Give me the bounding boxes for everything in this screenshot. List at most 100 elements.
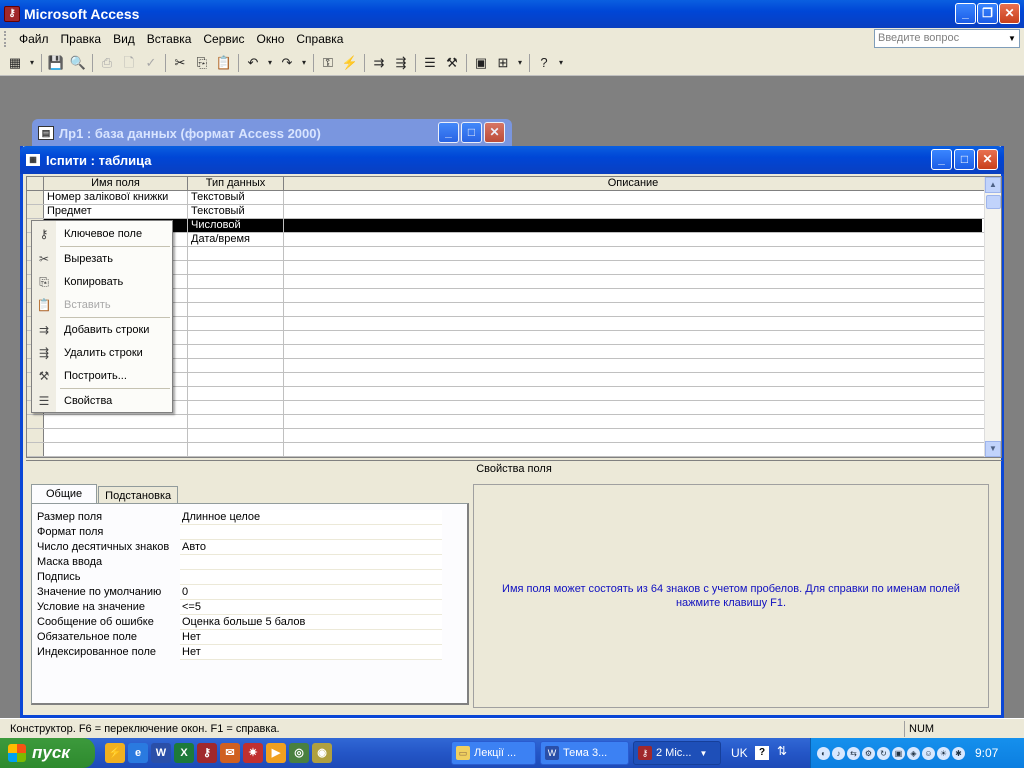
menu-file[interactable]: Файл: [13, 32, 55, 46]
search-icon[interactable]: 🔍: [68, 53, 88, 73]
close-button[interactable]: ✕: [999, 3, 1020, 24]
row-selector[interactable]: [27, 205, 44, 218]
indexes-icon[interactable]: ⚡: [340, 53, 360, 73]
property-value[interactable]: Нет: [180, 645, 442, 660]
empty-cell[interactable]: [188, 401, 284, 414]
description-cell[interactable]: [284, 191, 982, 204]
empty-cell[interactable]: [44, 443, 188, 456]
table-row[interactable]: Дата/время: [27, 233, 1001, 247]
menu-help[interactable]: Справка: [290, 32, 349, 46]
empty-cell[interactable]: [188, 373, 284, 386]
table-row-empty[interactable]: [27, 429, 1001, 443]
table-row-empty[interactable]: [27, 415, 1001, 429]
print-preview-icon[interactable]: 🗋: [119, 53, 139, 73]
help-icon[interactable]: ?: [534, 53, 554, 73]
language-indicator[interactable]: UK: [731, 746, 748, 760]
ctx-item-paste[interactable]: 📋 Вставить: [32, 294, 172, 316]
redo-icon[interactable]: ↷: [277, 53, 297, 73]
property-value[interactable]: <=5: [180, 600, 442, 615]
empty-cell[interactable]: [284, 289, 982, 302]
property-value[interactable]: Авто: [180, 540, 442, 555]
property-value[interactable]: 0: [180, 585, 442, 600]
help-icon[interactable]: ?: [755, 746, 769, 760]
column-header-field-name[interactable]: Имя поля: [44, 177, 188, 190]
property-row[interactable]: Значение по умолчанию 0: [37, 585, 467, 600]
table-maximize-button[interactable]: □: [954, 149, 975, 170]
ctx-item-properties[interactable]: ☰ Свойства: [32, 390, 172, 412]
property-value[interactable]: [180, 525, 442, 540]
table-row-empty[interactable]: [27, 289, 1001, 303]
taskbar-button-folder[interactable]: ▭ Лекції ...: [451, 741, 536, 765]
quick-launch-ie-icon[interactable]: e: [128, 743, 148, 763]
quick-launch-player-icon[interactable]: ▶: [266, 743, 286, 763]
taskbar-arrows-icon[interactable]: ⇅: [777, 744, 787, 758]
taskbar-button-word[interactable]: W Тема 3...: [540, 741, 629, 765]
tray-settings-icon[interactable]: ⚙: [862, 746, 875, 760]
property-row[interactable]: Подпись: [37, 570, 467, 585]
menu-grip[interactable]: [4, 31, 7, 47]
table-row[interactable]: Предмет Текстовый: [27, 205, 1001, 219]
property-row[interactable]: Обязательное поле Нет: [37, 630, 467, 645]
row-selector[interactable]: [27, 415, 44, 428]
table-row-selected[interactable]: Числовой: [27, 219, 1001, 233]
menu-insert[interactable]: Вставка: [141, 32, 198, 46]
select-all-corner[interactable]: [27, 177, 44, 190]
empty-cell[interactable]: [284, 303, 982, 316]
description-cell[interactable]: [284, 233, 982, 246]
quick-launch-excel-icon[interactable]: X: [174, 743, 194, 763]
new-object-dropdown-icon[interactable]: ▾: [515, 53, 525, 73]
empty-cell[interactable]: [188, 317, 284, 330]
table-row-empty[interactable]: [27, 359, 1001, 373]
empty-cell[interactable]: [284, 247, 982, 260]
table-row-empty[interactable]: [27, 317, 1001, 331]
properties-icon[interactable]: ☰: [420, 53, 440, 73]
minimize-button[interactable]: _: [955, 3, 976, 24]
save-icon[interactable]: 💾: [46, 53, 66, 73]
toolbar-options-icon[interactable]: ▾: [556, 53, 566, 73]
tray-update-icon[interactable]: ↻: [877, 746, 890, 760]
empty-cell[interactable]: [284, 275, 982, 288]
row-selector[interactable]: [27, 191, 44, 204]
table-row-empty[interactable]: [27, 443, 1001, 457]
empty-cell[interactable]: [44, 415, 188, 428]
empty-cell[interactable]: [284, 401, 982, 414]
quick-launch-access-icon[interactable]: ⚷: [197, 743, 217, 763]
new-object-icon[interactable]: ⊞: [493, 53, 513, 73]
empty-cell[interactable]: [284, 359, 982, 372]
data-type-cell[interactable]: Числовой: [188, 219, 284, 232]
insert-rows-icon[interactable]: ⇉: [369, 53, 389, 73]
empty-cell[interactable]: [188, 289, 284, 302]
row-selector[interactable]: [27, 429, 44, 442]
property-value[interactable]: [180, 555, 442, 570]
scroll-thumb[interactable]: [986, 195, 1001, 209]
property-value[interactable]: Длинное целое: [180, 510, 442, 525]
table-row-empty[interactable]: [27, 373, 1001, 387]
field-name-cell[interactable]: Номер залікової книжки: [44, 191, 188, 204]
property-value[interactable]: Оценка больше 5 балов: [180, 615, 442, 630]
start-button[interactable]: пуск: [0, 738, 95, 768]
tray-volume-icon[interactable]: ♪: [832, 746, 845, 760]
property-row[interactable]: Маска ввода: [37, 555, 467, 570]
delete-rows-icon[interactable]: ⇶: [391, 53, 411, 73]
db-maximize-button[interactable]: □: [461, 122, 482, 143]
ctx-item-insert-rows[interactable]: ⇉ Добавить строки: [32, 319, 172, 341]
table-row[interactable]: Номер залікової книжки Текстовый: [27, 191, 1001, 205]
table-row-empty[interactable]: [27, 331, 1001, 345]
empty-cell[interactable]: [284, 443, 982, 456]
menu-view[interactable]: Вид: [107, 32, 141, 46]
menu-edit[interactable]: Правка: [55, 32, 108, 46]
property-row[interactable]: Формат поля: [37, 525, 467, 540]
paste-icon[interactable]: 📋: [214, 53, 234, 73]
ctx-item-cut[interactable]: ✂ Вырезать: [32, 248, 172, 270]
empty-cell[interactable]: [188, 443, 284, 456]
database-window[interactable]: ▤ Лр1 : база данных (формат Access 2000)…: [32, 119, 512, 147]
spelling-icon[interactable]: ✓: [141, 53, 161, 73]
data-type-cell[interactable]: Текстовый: [188, 205, 284, 218]
tray-antivirus-icon[interactable]: ◐: [817, 746, 830, 760]
empty-cell[interactable]: [188, 415, 284, 428]
menu-tools[interactable]: Сервис: [197, 32, 250, 46]
tray-shield-icon[interactable]: ◈: [907, 746, 920, 760]
table-row-empty[interactable]: [27, 387, 1001, 401]
empty-cell[interactable]: [284, 331, 982, 344]
tray-sun-icon[interactable]: ☀: [937, 746, 950, 760]
